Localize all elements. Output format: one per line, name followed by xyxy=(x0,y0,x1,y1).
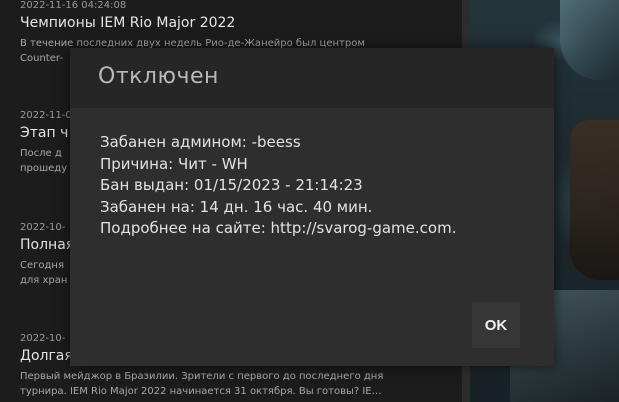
news-description: Первый мейджор в Бразилии. Зрители с пер… xyxy=(20,369,450,399)
dialog-header: Отключен xyxy=(70,48,554,108)
news-title[interactable]: Чемпионы IEM Rio Major 2022 xyxy=(20,14,450,32)
news-date: 2022-11-16 04:24:08 xyxy=(20,0,127,11)
artwork-shape xyxy=(570,120,619,280)
dialog-title: Отключен xyxy=(98,64,219,89)
artwork-shape xyxy=(560,0,619,80)
ban-reason-line: Причина: Чит - WH xyxy=(100,154,248,173)
details-site-line: Подробнее на сайте: http://svarog-game.c… xyxy=(100,219,457,237)
dialog-body: Забанен админом: -beess Причина: Чит - W… xyxy=(100,132,540,240)
ban-duration-line: Забанен на: 14 дн. 16 час. 40 мин. xyxy=(100,197,373,216)
news-description-line: Первый мейджор в Бразилии. Зрители с пер… xyxy=(20,371,384,382)
disconnect-dialog: Отключен Забанен админом: -beess Причина… xyxy=(70,48,554,366)
banned-by-line: Забанен админом: -beess xyxy=(100,133,301,151)
ok-button[interactable]: OK xyxy=(472,302,520,348)
game-screen: 2022-11-16 04:24:08 Чемпионы IEM Rio Maj… xyxy=(0,0,619,402)
ban-issued-line: Бан выдан: 01/15/2023 - 21:14:23 xyxy=(100,176,363,194)
news-description-line: турнира. IEM Rio Major 2022 начинается 3… xyxy=(20,386,382,397)
